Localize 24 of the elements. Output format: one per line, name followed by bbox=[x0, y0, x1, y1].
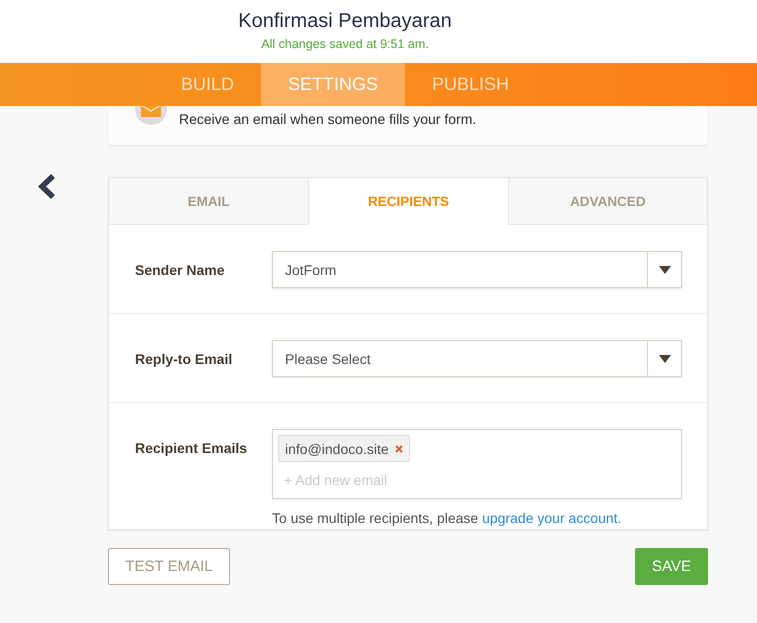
save-status: All changes saved at 9:51 am. bbox=[261, 37, 429, 52]
nav-tab[interactable]: PUBLISH bbox=[405, 63, 536, 106]
section-tab[interactable]: EMAIL bbox=[109, 178, 308, 225]
field-label: Sender Name bbox=[135, 262, 224, 278]
upgrade-link[interactable]: upgrade your account. bbox=[482, 510, 622, 526]
section-tab[interactable]: ADVANCED bbox=[508, 178, 707, 225]
field-label: Recipient Emails bbox=[135, 440, 248, 456]
save-button[interactable]: SAVE bbox=[635, 548, 708, 585]
form-title: Konfirmasi Pembayaran bbox=[238, 9, 452, 33]
close-icon[interactable] bbox=[394, 444, 403, 452]
envelope-icon bbox=[134, 106, 168, 126]
upgrade-hint: To use multiple recipients, please upgrade your account. bbox=[272, 510, 622, 527]
nav-tab[interactable]: SETTINGS bbox=[260, 63, 405, 106]
dropdown-field[interactable]: JotForm bbox=[272, 251, 682, 288]
section-tab[interactable]: RECIPIENTS bbox=[308, 178, 508, 225]
notification-description: Receive an email when someone fills your form. bbox=[179, 111, 476, 127]
caret-icon bbox=[658, 266, 670, 274]
chevron-left-icon[interactable] bbox=[37, 173, 57, 200]
field-label: Reply-to Email bbox=[135, 350, 232, 366]
test-email-button[interactable]: TEST EMAIL bbox=[108, 548, 230, 585]
nav-tab[interactable]: BUILD bbox=[154, 63, 261, 106]
caret-icon bbox=[658, 354, 670, 362]
email-tag[interactable]: info@indoco.site bbox=[278, 435, 410, 462]
dropdown-field[interactable]: Please Select bbox=[272, 340, 682, 377]
